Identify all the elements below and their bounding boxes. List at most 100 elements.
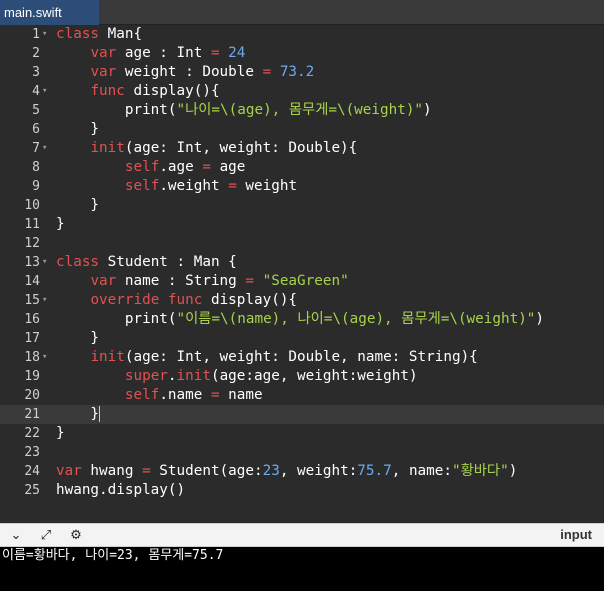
code-token: (age: Int, weight: Double){ — [124, 140, 358, 156]
input-tab[interactable]: input — [560, 527, 592, 542]
code-line[interactable]: 6 } — [0, 120, 604, 139]
settings-icon[interactable]: ⚙ — [66, 527, 86, 545]
line-number: 24 — [24, 464, 40, 479]
code-token: print( — [56, 311, 177, 327]
code-token: .weight — [159, 178, 229, 194]
code-line[interactable]: 24 var hwang = Student(age:23, weight:75.… — [0, 462, 604, 481]
code-line[interactable]: 19 super.init(age:age, weight:weight) — [0, 367, 604, 386]
line-number: 2 — [32, 46, 40, 61]
fold-arrow-icon[interactable]: ▾ — [42, 291, 52, 310]
code-text: } — [56, 120, 99, 139]
code-line[interactable]: 17 } — [0, 329, 604, 348]
line-number: 21 — [24, 407, 40, 422]
code-token: display(){ — [124, 83, 220, 99]
code-line[interactable]: 9 self.weight = weight — [0, 177, 604, 196]
fold-arrow-icon[interactable]: ▾ — [42, 82, 52, 101]
code-token: "이름=\(name), 나이=\(age), 몸무게=\(weight)" — [176, 311, 536, 327]
code-token: hwang — [81, 463, 143, 479]
code-line[interactable]: 16 print("이름=\(name), 나이=\(age), 몸무게=\(w… — [0, 310, 604, 329]
code-token: display(){ — [202, 292, 298, 308]
code-text: self.age = age — [56, 158, 246, 177]
code-token: "나이=\(age), 몸무게=\(weight)" — [176, 102, 424, 118]
code-token: var — [90, 273, 117, 289]
code-line[interactable]: 10 } — [0, 196, 604, 215]
code-token: "SeaGreen" — [262, 273, 349, 289]
code-line[interactable]: 8 self.age = age — [0, 158, 604, 177]
code-text: super.init(age:age, weight:weight) — [56, 367, 418, 386]
console-output-line: 이름=황바다, 나이=23, 몸무게=75.7 — [2, 548, 224, 563]
collapse-icon[interactable]: ⌄ — [6, 527, 26, 545]
tab-bar: main.swift — [0, 0, 604, 25]
code-line[interactable]: 1 ▾ class Man{ — [0, 25, 604, 44]
code-token: age : Int — [116, 45, 211, 61]
code-token: self — [124, 178, 160, 194]
code-line[interactable]: 25 hwang.display() — [0, 481, 604, 500]
line-number: 19 — [24, 369, 40, 384]
code-token: "황바다" — [452, 463, 509, 479]
code-line[interactable]: 12 — [0, 234, 604, 253]
fold-arrow-icon[interactable]: ▾ — [42, 139, 52, 158]
expand-icon[interactable]: ⤢ — [36, 527, 56, 545]
code-token: self — [124, 159, 160, 175]
line-number: 1 — [32, 27, 40, 42]
console-output: 이름=황바다, 나이=23, 몸무게=75.7 — [0, 547, 604, 591]
code-line[interactable]: 2 var age : Int = 24 — [0, 44, 604, 63]
code-editor[interactable]: 1 ▾ class Man{2 var age : Int = 24 3 var we… — [0, 25, 604, 523]
code-text: } — [56, 196, 99, 215]
code-token: ) — [423, 102, 432, 118]
code-token: (age:age, weight:weight) — [210, 368, 418, 384]
code-token: } — [56, 330, 100, 346]
code-text: print("이름=\(name), 나이=\(age), 몸무게=\(weig… — [56, 310, 544, 329]
code-token: } — [56, 216, 65, 232]
code-line[interactable]: 23 — [0, 443, 604, 462]
code-line[interactable]: 21 } — [0, 405, 604, 424]
line-number: 12 — [24, 236, 40, 251]
code-line[interactable]: 15 ▾ override func display(){ — [0, 291, 604, 310]
line-number: 16 — [24, 312, 40, 327]
code-line[interactable]: 22} — [0, 424, 604, 443]
code-text: print("나이=\(age), 몸무게=\(weight)") — [56, 101, 432, 120]
line-number: 3 — [32, 65, 40, 80]
code-token: 24 — [228, 45, 246, 61]
code-line[interactable]: 5 print("나이=\(age), 몸무게=\(weight)") — [0, 101, 604, 120]
code-token: name — [219, 387, 263, 403]
tab-main-swift[interactable]: main.swift — [0, 0, 99, 25]
line-number: 20 — [24, 388, 40, 403]
code-text: } — [56, 215, 65, 234]
code-text: init(age: Int, weight: Double){ — [56, 139, 357, 158]
code-line[interactable]: 13 ▾ class Student : Man { — [0, 253, 604, 272]
console-toolbar: ⌄ ⤢ ⚙ input — [0, 523, 604, 547]
fold-arrow-icon[interactable]: ▾ — [42, 348, 52, 367]
code-text: override func display(){ — [56, 291, 297, 310]
code-line[interactable]: 11} — [0, 215, 604, 234]
code-token: func — [90, 83, 125, 99]
code-token: (age: Int, weight: Double, name: String)… — [124, 349, 478, 365]
code-token: Man{ — [99, 26, 143, 42]
fold-arrow-icon[interactable]: ▾ — [42, 25, 52, 44]
code-line[interactable]: 4 ▾ func display(){ — [0, 82, 604, 101]
fold-arrow-icon[interactable]: ▾ — [42, 253, 52, 272]
line-number: 23 — [24, 445, 40, 460]
code-text: init(age: Int, weight: Double, name: Str… — [56, 348, 478, 367]
line-number: 6 — [32, 122, 40, 137]
line-number: 10 — [24, 198, 40, 213]
code-token: weight — [236, 178, 298, 194]
code-line[interactable]: 14 var name : String = "SeaGreen" — [0, 272, 604, 291]
code-token: 23 — [262, 463, 280, 479]
code-token: func — [167, 292, 203, 308]
line-number: 14 — [24, 274, 40, 289]
code-line[interactable]: 18 ▾ init(age: Int, weight: Double, name:… — [0, 348, 604, 367]
code-line[interactable]: 20 self.name = name — [0, 386, 604, 405]
code-token: = — [202, 159, 211, 175]
code-token: = — [210, 45, 220, 61]
line-number: 18 — [24, 350, 40, 365]
code-line[interactable]: 3 var weight : Double = 73.2 — [0, 63, 604, 82]
code-line[interactable]: 7 ▾ init(age: Int, weight: Double){ — [0, 139, 604, 158]
code-token: weight : Double — [116, 64, 263, 80]
